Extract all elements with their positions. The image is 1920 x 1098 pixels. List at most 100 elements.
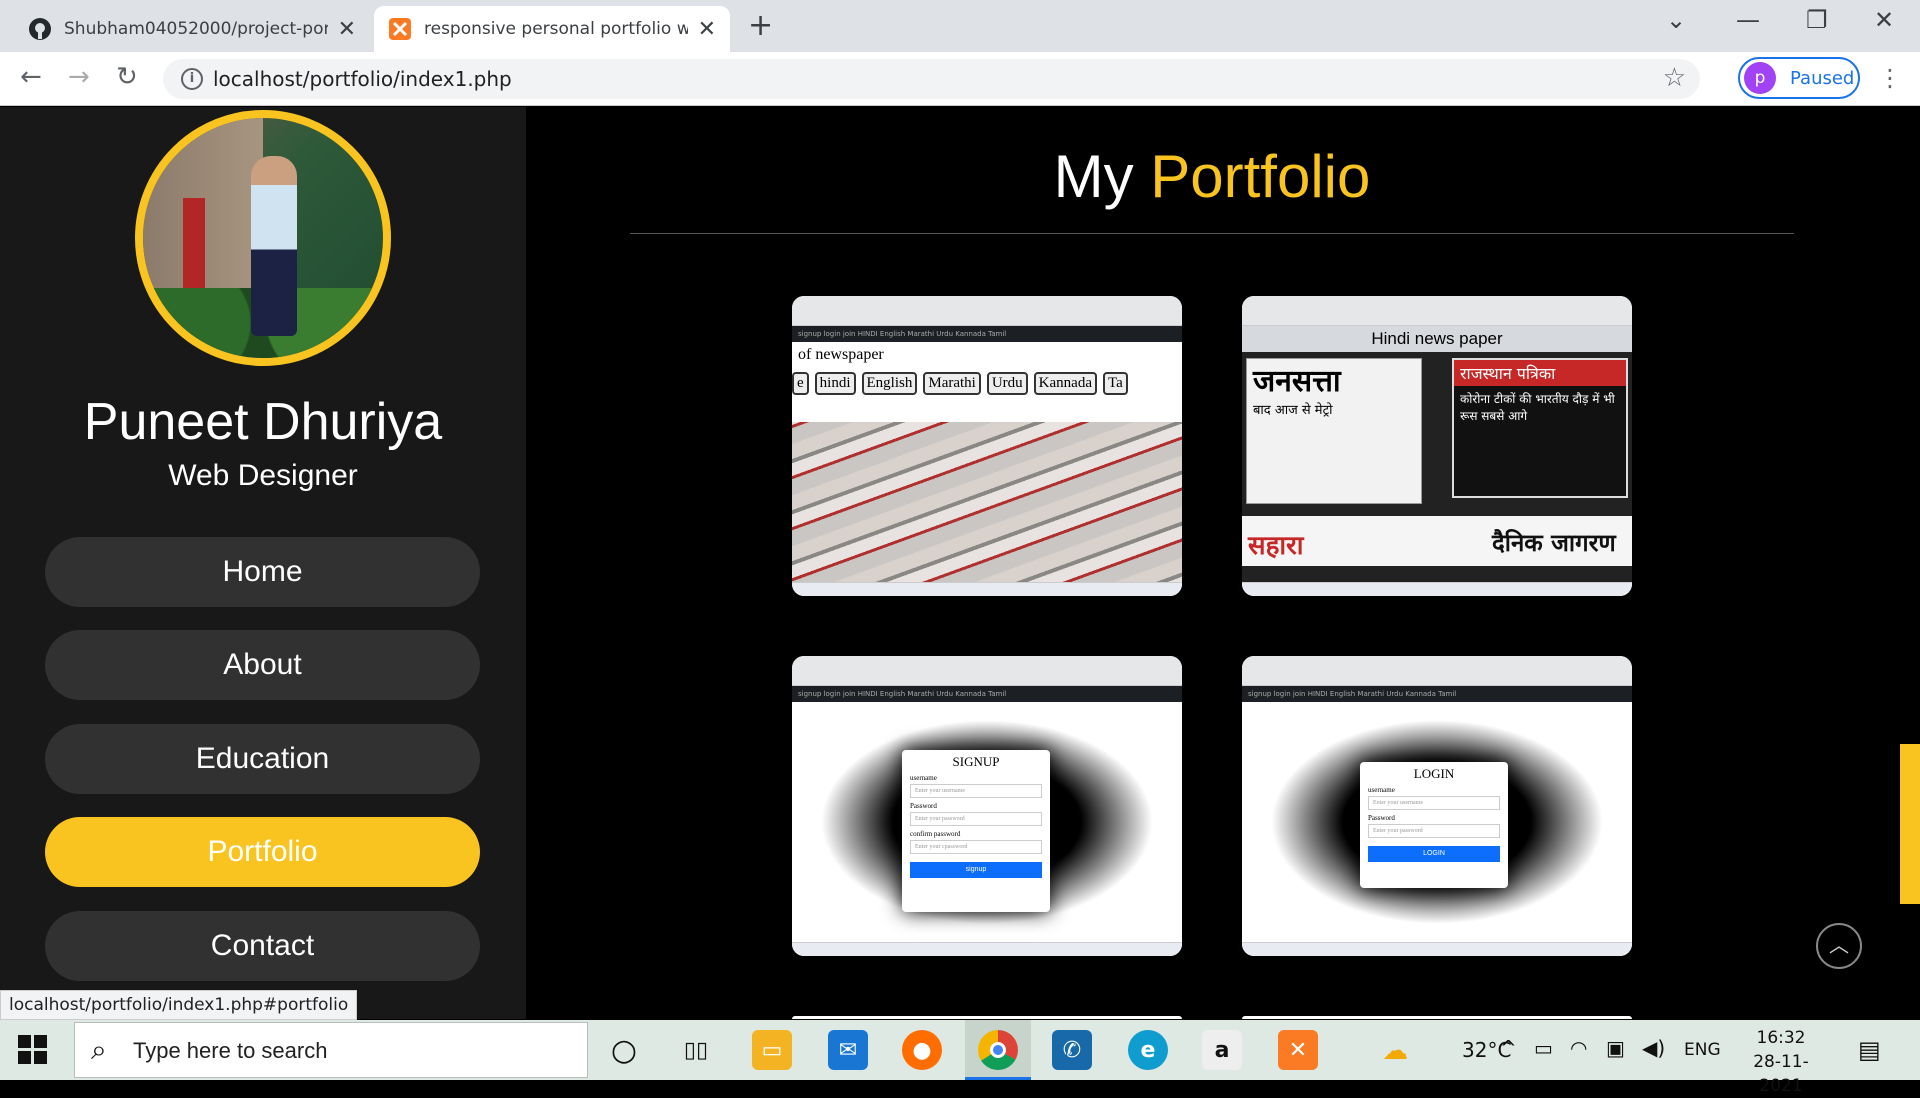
card-heading: Hindi news paper xyxy=(1242,326,1632,352)
edge-icon[interactable]: e xyxy=(1128,1030,1168,1070)
notification-icon[interactable]: ▤ xyxy=(1858,1036,1881,1064)
portfolio-card-partial[interactable] xyxy=(792,1016,1182,1019)
mail-icon[interactable]: ✉ xyxy=(828,1030,868,1070)
scrollbar-thumb[interactable] xyxy=(1900,744,1920,904)
cortana-icon[interactable]: ○ xyxy=(604,1030,644,1070)
profile-photo xyxy=(135,110,391,366)
portfolio-section: My Portfolio signup login join HINDI Eng… xyxy=(526,107,1920,1019)
section-title-part2: Portfolio xyxy=(1150,143,1371,210)
web-page: Puneet Dhuriya Web Designer Home About E… xyxy=(0,107,1920,1019)
card-taskbar xyxy=(792,942,1182,956)
weather-icon[interactable]: ☁ xyxy=(1382,1036,1408,1066)
bookmark-star-icon[interactable]: ☆ xyxy=(1663,63,1686,93)
search-placeholder: Type here to search xyxy=(133,1038,328,1063)
lang-button: e xyxy=(792,372,809,395)
newspaper-masthead: जनसत्ता xyxy=(1253,364,1341,399)
form-button: signup xyxy=(910,862,1042,878)
chevron-up-icon[interactable]: ^ xyxy=(1500,1036,1517,1060)
more-menu-icon[interactable]: ⋮ xyxy=(1878,64,1902,92)
amazon-icon[interactable]: a xyxy=(1202,1030,1242,1070)
nav-education[interactable]: Education xyxy=(45,724,480,794)
close-icon[interactable]: ✕ xyxy=(338,17,356,42)
forward-icon[interactable]: → xyxy=(68,62,90,92)
card-screenshot: of newspaper e hindi English Marathi Urd… xyxy=(792,342,1182,582)
form-title: SIGNUP xyxy=(952,754,1000,769)
form-label: username xyxy=(1368,786,1395,794)
signup-form: SIGNUP username Enter your username Pass… xyxy=(902,750,1050,912)
status-bar-url: localhost/portfolio/index1.php#portfolio xyxy=(0,990,358,1020)
input-language[interactable]: ENG xyxy=(1684,1040,1721,1060)
language-buttons: e hindi English Marathi Urdu Kannada Ta xyxy=(792,372,1128,395)
card-browser-chrome xyxy=(792,656,1182,686)
minimize-icon[interactable]: — xyxy=(1736,6,1760,34)
tab-portfolio[interactable]: responsive personal portfolio we ✕ xyxy=(374,6,730,52)
form-label: confirm password xyxy=(910,830,961,838)
task-view-icon[interactable]: ▯▯ xyxy=(676,1030,716,1070)
lang-button: Urdu xyxy=(986,372,1028,395)
reload-icon[interactable]: ↻ xyxy=(116,62,138,92)
meet-now-icon[interactable]: ▣ xyxy=(1606,1036,1625,1060)
card-browser-chrome xyxy=(1242,296,1632,326)
login-form: LOGIN username Enter your username Passw… xyxy=(1360,762,1508,888)
portfolio-card-newspaper[interactable]: signup login join HINDI English Marathi … xyxy=(792,296,1182,596)
card-taskbar xyxy=(1242,582,1632,596)
taskbar-search[interactable]: ⌕ Type here to search xyxy=(74,1022,588,1078)
profile-status: Paused xyxy=(1790,67,1855,89)
xampp-icon[interactable]: ✕ xyxy=(1278,1030,1318,1070)
search-icon: ⌕ xyxy=(91,1033,107,1066)
github-icon xyxy=(29,18,51,40)
form-button: LOGIN xyxy=(1368,846,1500,862)
form-title: LOGIN xyxy=(1413,766,1455,781)
clock[interactable]: 16:32 28-11-2021 xyxy=(1736,1026,1826,1098)
form-label: username xyxy=(910,774,937,782)
scroll-to-top-button[interactable]: ︿ xyxy=(1816,923,1862,969)
close-icon[interactable]: ✕ xyxy=(698,17,716,42)
tab-search-chevron-icon[interactable]: ⌄ xyxy=(1666,6,1686,34)
info-icon[interactable]: i xyxy=(181,68,203,90)
tab-github[interactable]: Shubham04052000/project-portf ✕ xyxy=(14,6,370,52)
portfolio-card-partial[interactable] xyxy=(1242,1016,1632,1019)
sidebar: Puneet Dhuriya Web Designer Home About E… xyxy=(0,107,526,1019)
lang-button: Marathi xyxy=(923,372,981,395)
speaker-icon[interactable]: ◀) xyxy=(1642,1036,1665,1060)
nav-contact[interactable]: Contact xyxy=(45,911,480,981)
lang-button: Kannada xyxy=(1033,372,1097,395)
whatsapp-icon[interactable]: ✆ xyxy=(1052,1030,1092,1070)
card-screenshot: Hindi news paper जनसत्ता बाद आज से मेट्र… xyxy=(1242,326,1632,582)
card-screenshot: SIGNUP username Enter your username Pass… xyxy=(792,702,1182,942)
nav-portfolio[interactable]: Portfolio xyxy=(45,817,480,887)
card-taskbar xyxy=(1242,942,1632,956)
wifi-icon[interactable]: ◠ xyxy=(1570,1036,1587,1060)
section-title-part1: My xyxy=(1053,143,1134,210)
chrome-icon[interactable] xyxy=(978,1030,1018,1070)
restore-icon[interactable]: ❐ xyxy=(1806,6,1828,34)
newspaper-headline: कोरोना टीकों की भारतीय दौड़ में भी रूस स… xyxy=(1460,392,1615,423)
firefox-icon[interactable]: ● xyxy=(902,1030,942,1070)
profile-button[interactable]: p Paused xyxy=(1738,57,1860,99)
portfolio-card-login[interactable]: signup login join HINDI English Marathi … xyxy=(1242,656,1632,956)
url-omnibox[interactable]: i localhost/portfolio/index1.php ☆ xyxy=(163,59,1700,99)
windows-start-icon[interactable] xyxy=(18,1035,48,1065)
address-bar: ← → ↻ i localhost/portfolio/index1.php ☆… xyxy=(0,52,1920,106)
newspaper-rajasthan-patrika: राजस्थान पत्रिका कोरोना टीकों की भारतीय … xyxy=(1452,358,1628,498)
owner-role: Web Designer xyxy=(168,459,358,492)
nav-about[interactable]: About xyxy=(45,630,480,700)
lang-button: English xyxy=(861,372,918,395)
newspaper-row: सहारा दैनिक जागरण xyxy=(1242,516,1632,566)
portfolio-card-hindi-news[interactable]: Hindi news paper जनसत्ता बाद आज से मेट्र… xyxy=(1242,296,1632,596)
battery-icon[interactable]: ▭ xyxy=(1534,1036,1553,1060)
newspaper-masthead: राजस्थान पत्रिका xyxy=(1454,360,1626,386)
new-tab-icon[interactable]: + xyxy=(748,8,773,43)
nav-home[interactable]: Home xyxy=(45,537,480,607)
file-explorer-icon[interactable]: ▭ xyxy=(752,1030,792,1070)
url-text[interactable]: localhost/portfolio/index1.php xyxy=(213,67,512,91)
newspaper-headline: बाद आज से मेट्रो xyxy=(1253,403,1333,418)
card-caption: of newspaper xyxy=(798,346,884,363)
lang-button: hindi xyxy=(814,372,856,395)
portfolio-card-signup[interactable]: signup login join HINDI English Marathi … xyxy=(792,656,1182,956)
tab-title: Shubham04052000/project-portf xyxy=(64,19,328,39)
newspaper-masthead: सहारा xyxy=(1248,531,1304,561)
card-taskbar xyxy=(792,582,1182,596)
window-close-icon[interactable]: ✕ xyxy=(1874,6,1894,34)
back-icon[interactable]: ← xyxy=(20,62,42,92)
